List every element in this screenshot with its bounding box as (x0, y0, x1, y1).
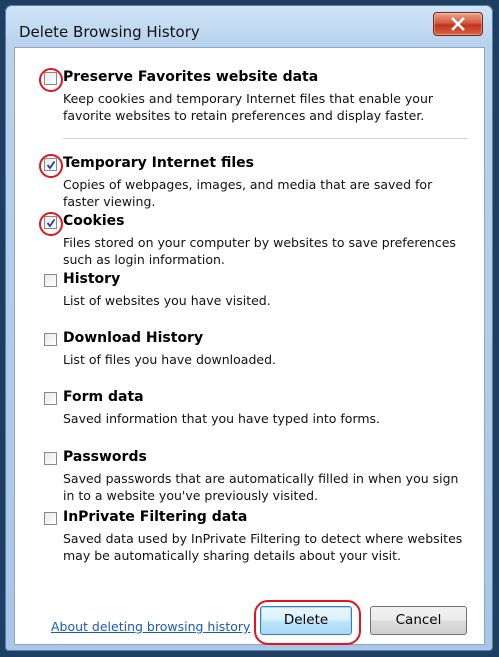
cancel-button[interactable]: Cancel (370, 606, 467, 635)
option-description: Saved data used by InPrivate Filtering t… (63, 531, 463, 563)
delete-browsing-history-dialog: Delete Browsing History Preserve Favorit… (5, 5, 493, 651)
option-description: List of websites you have visited. (63, 293, 271, 308)
form-data-checkbox[interactable] (44, 392, 57, 405)
close-x-icon (451, 17, 465, 31)
option-description: Files stored on your computer by website… (63, 235, 456, 267)
about-deleting-history-link[interactable]: About deleting browsing history (51, 619, 250, 634)
option-description: Saved information that you have typed in… (63, 411, 381, 426)
option-label: Download History (63, 330, 204, 346)
close-button[interactable] (433, 12, 483, 36)
highlight-circle (254, 600, 361, 645)
option-label: InPrivate Filtering data (63, 509, 248, 525)
dialog-title: Delete Browsing History (19, 23, 200, 41)
option-label: Preserve Favorites website data (63, 69, 319, 85)
download-history-checkbox[interactable] (44, 333, 57, 346)
passwords-checkbox[interactable] (44, 452, 57, 465)
option-label: Form data (63, 389, 144, 405)
option-description: Keep cookies and temporary Internet file… (63, 91, 434, 123)
dialog-body: Preserve Favorites website data Keep coo… (14, 47, 485, 645)
highlight-circle (39, 212, 63, 236)
option-label: Cookies (63, 213, 125, 229)
option-description: Saved passwords that are automatically f… (63, 471, 459, 503)
option-description: List of files you have downloaded. (63, 352, 276, 367)
title-bar[interactable]: Delete Browsing History (5, 5, 493, 47)
option-description: Copies of webpages, images, and media th… (63, 177, 433, 209)
option-label: Passwords (63, 449, 147, 465)
highlight-circle (39, 68, 63, 92)
option-label: Temporary Internet files (63, 155, 254, 171)
option-label: History (63, 271, 121, 287)
history-checkbox[interactable] (44, 274, 57, 287)
separator (63, 138, 468, 139)
inprivate-filtering-checkbox[interactable] (44, 512, 57, 525)
highlight-circle (39, 154, 63, 178)
